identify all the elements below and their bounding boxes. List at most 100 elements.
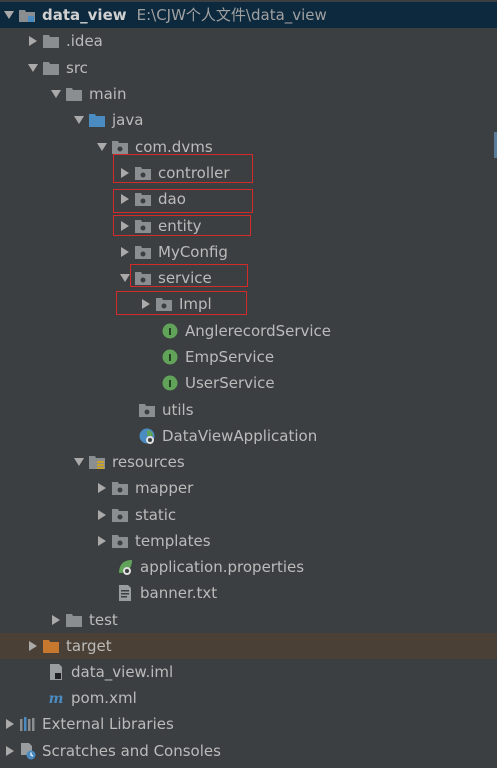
chevron-right-icon[interactable]	[137, 291, 155, 317]
tree-label-main: main	[89, 85, 127, 103]
chevron-right-icon[interactable]	[116, 160, 134, 186]
chevron-down-icon[interactable]	[116, 265, 134, 291]
text-file-icon	[116, 584, 134, 602]
tree-label-dao: dao	[158, 190, 186, 208]
package-icon	[111, 532, 129, 550]
tree-row-app-class[interactable]: DataViewApplication	[0, 423, 497, 449]
svg-text:I: I	[168, 379, 172, 390]
spring-properties-icon	[116, 558, 134, 576]
svg-text:I: I	[168, 353, 172, 364]
chevron-down-icon[interactable]	[93, 134, 111, 160]
tree-row-app-properties[interactable]: application.properties	[0, 554, 497, 580]
folder-icon	[42, 59, 60, 77]
tree-label-static: static	[135, 506, 177, 524]
chevron-right-icon[interactable]	[24, 28, 42, 54]
tree-label-package: com.dvms	[135, 138, 213, 156]
tree-row-iml[interactable]: data_view.iml	[0, 659, 497, 685]
tree-row-external-libraries[interactable]: External Libraries	[0, 711, 497, 737]
package-icon	[134, 217, 152, 235]
tree-row-utils[interactable]: utils	[0, 397, 497, 423]
tree-label-test: test	[89, 611, 118, 629]
tree-label-user-service: UserService	[185, 374, 275, 392]
tree-row-java[interactable]: java	[0, 107, 497, 133]
tree-label-myconfig: MyConfig	[158, 243, 228, 261]
tree-label-src: src	[66, 59, 88, 77]
tree-label-impl: Impl	[179, 295, 212, 313]
tree-row-test[interactable]: test	[0, 607, 497, 633]
tree-label-controller: controller	[158, 164, 230, 182]
tree-row-package[interactable]: com.dvms	[0, 134, 497, 160]
svg-text:I: I	[168, 327, 172, 338]
chevron-down-icon[interactable]	[47, 81, 65, 107]
tree-label-idea: .idea	[66, 32, 103, 50]
package-icon	[111, 506, 129, 524]
tree-row-controller[interactable]: controller	[0, 160, 497, 186]
root-folder-name: data_view	[42, 6, 127, 24]
chevron-right-icon[interactable]	[116, 213, 134, 239]
source-folder-icon	[88, 111, 106, 129]
tree-row-user-service[interactable]: I UserService	[0, 370, 497, 396]
tree-label-app-properties: application.properties	[140, 558, 305, 576]
chevron-down-icon[interactable]	[70, 107, 88, 133]
folder-icon	[65, 611, 83, 629]
tree-label-pom: pom.xml	[71, 689, 137, 707]
tree-row-templates[interactable]: templates	[0, 528, 497, 554]
scratches-icon	[19, 742, 37, 760]
module-folder-icon	[18, 6, 36, 24]
package-icon	[134, 190, 152, 208]
chevron-right-icon[interactable]	[1, 711, 19, 737]
package-icon	[111, 479, 129, 497]
excluded-folder-icon	[42, 637, 60, 655]
package-icon	[134, 243, 152, 261]
tree-row-pom[interactable]: m pom.xml	[0, 685, 497, 711]
chevron-right-icon[interactable]	[93, 528, 111, 554]
tree-row-entity[interactable]: entity	[0, 213, 497, 239]
tree-row-anglerecord-service[interactable]: I AnglerecordService	[0, 318, 497, 344]
tree-row-src[interactable]: src	[0, 55, 497, 81]
package-icon	[155, 295, 173, 313]
chevron-right-icon[interactable]	[24, 633, 42, 659]
module-file-icon	[47, 663, 65, 681]
tree-row-target[interactable]: target	[0, 633, 497, 659]
tree-row-root[interactable]: data_view E:\CJW个人文件\data_view	[0, 2, 497, 28]
tree-row-mapper[interactable]: mapper	[0, 475, 497, 501]
tree-row-emp-service[interactable]: I EmpService	[0, 344, 497, 370]
root-folder-path: E:\CJW个人文件\data_view	[136, 6, 327, 24]
svg-text:m: m	[49, 691, 64, 706]
tree-label-banner: banner.txt	[140, 584, 218, 602]
tree-row-static[interactable]: static	[0, 502, 497, 528]
package-icon	[134, 164, 152, 182]
chevron-down-icon[interactable]	[0, 2, 18, 28]
tree-row-idea[interactable]: .idea	[0, 28, 497, 54]
tree-row-myconfig[interactable]: MyConfig	[0, 239, 497, 265]
package-icon	[134, 269, 152, 287]
libraries-icon	[19, 715, 37, 733]
tree-row-main[interactable]: main	[0, 81, 497, 107]
maven-icon: m	[47, 689, 65, 707]
chevron-right-icon[interactable]	[116, 239, 134, 265]
chevron-down-icon[interactable]	[24, 55, 42, 81]
tree-row-banner[interactable]: banner.txt	[0, 580, 497, 606]
tree-row-resources[interactable]: resources	[0, 449, 497, 475]
package-icon	[138, 401, 156, 419]
tree-row-dao[interactable]: dao	[0, 186, 497, 212]
chevron-right-icon[interactable]	[93, 475, 111, 501]
tree-label-anglerecord-service: AnglerecordService	[185, 322, 332, 340]
tree-label-iml: data_view.iml	[71, 663, 174, 681]
tree-label-mapper: mapper	[135, 479, 194, 497]
tree-row-service[interactable]: service	[0, 265, 497, 291]
tree-label-java: java	[112, 111, 144, 129]
tree-row-scratches[interactable]: Scratches and Consoles	[0, 738, 497, 764]
interface-icon: I	[161, 348, 179, 366]
chevron-right-icon[interactable]	[93, 502, 111, 528]
tree-label-app-class: DataViewApplication	[162, 427, 318, 445]
chevron-down-icon[interactable]	[70, 449, 88, 475]
chevron-right-icon[interactable]	[47, 607, 65, 633]
package-icon	[111, 138, 129, 156]
tree-label-target: target	[66, 637, 112, 655]
tree-label-emp-service: EmpService	[185, 348, 275, 366]
chevron-right-icon[interactable]	[116, 186, 134, 212]
chevron-right-icon[interactable]	[1, 738, 19, 764]
tree-row-impl[interactable]: Impl	[0, 291, 497, 317]
resources-folder-icon	[88, 453, 106, 471]
